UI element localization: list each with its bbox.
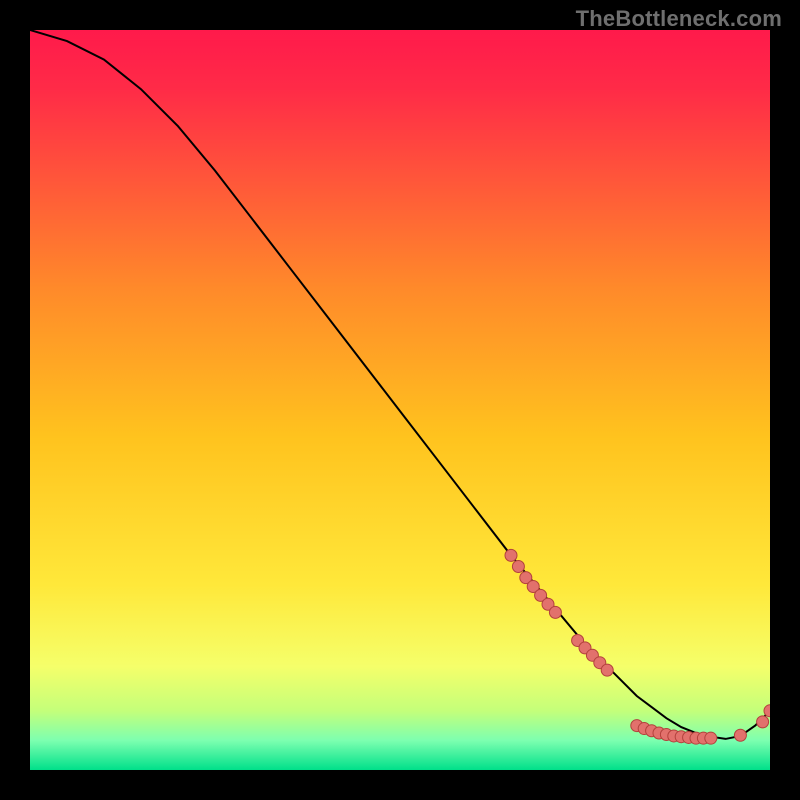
data-point [549, 606, 561, 618]
data-point [505, 549, 517, 561]
data-point [601, 664, 613, 676]
watermark-text: TheBottleneck.com [576, 6, 782, 32]
data-point [734, 729, 746, 741]
data-point [705, 732, 717, 744]
data-point [757, 716, 769, 728]
chart-svg [30, 30, 770, 770]
chart-background [30, 30, 770, 770]
chart-stage: TheBottleneck.com [0, 0, 800, 800]
data-point [512, 561, 524, 573]
